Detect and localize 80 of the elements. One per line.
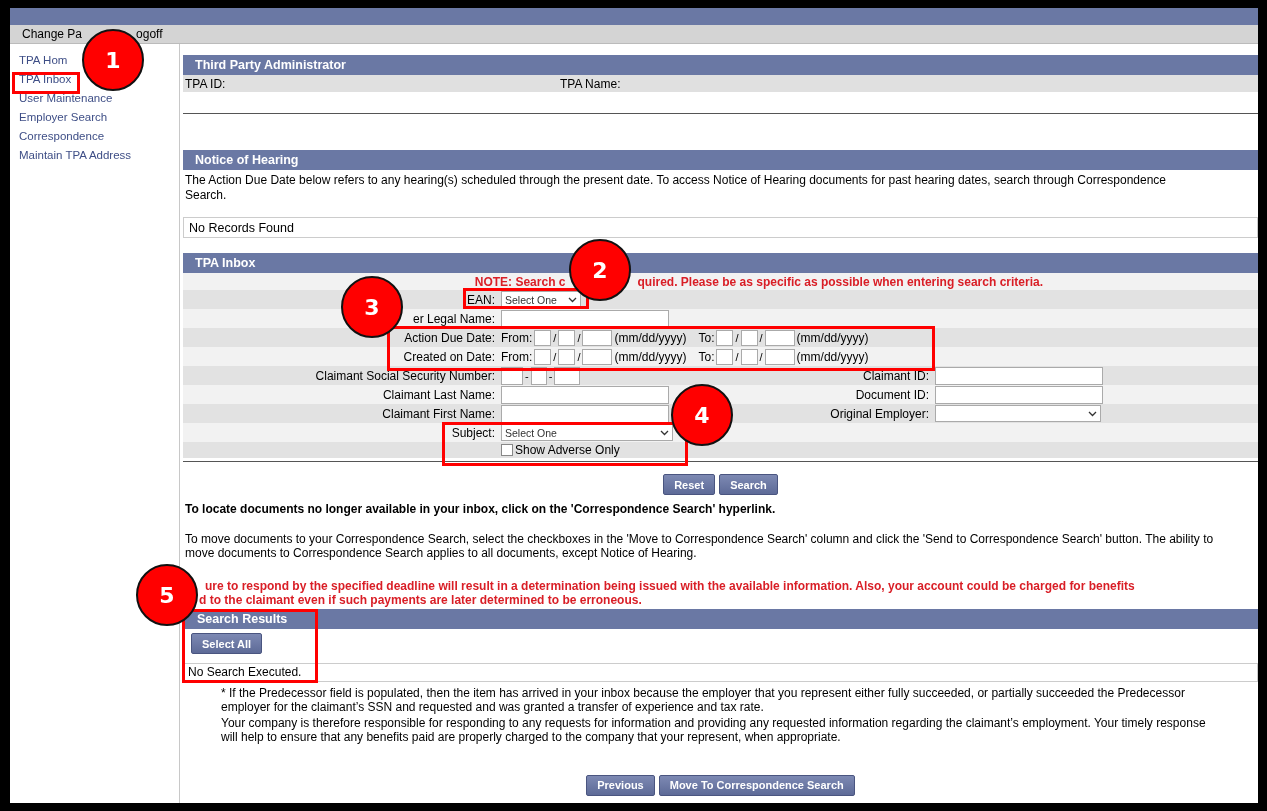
- text-field[interactable]: [501, 385, 669, 404]
- year-field[interactable]: [582, 329, 613, 346]
- field-label: Claimant First Name:: [382, 406, 496, 421]
- field-label: Claimant Social Security Number:: [315, 368, 496, 383]
- records-message: No Records Found: [183, 217, 1258, 238]
- day-field[interactable]: [558, 329, 576, 346]
- year-field[interactable]: [764, 348, 795, 365]
- footnote-text: Your company is therefore responsible for responding to any requests for information and providing any requested information regarding the claimant’s employment. Your timely response will help to ensure that any benefits paid are properly charged to the company that your represent, when appropriate.: [221, 715, 1207, 745]
- date-label: From:: [501, 330, 533, 345]
- sidebar-link[interactable]: Maintain TPA Address: [19, 149, 132, 161]
- date-separator: /: [735, 350, 739, 363]
- footnote-text: * If the Predecessor field is populated, then the item has arrived in your inbox because the employer that you represent either fully succeeded, or partially succeeded the Predecessor employer for the claimant’s SSN and requested and was granted a transfer of experience and tax rate.: [221, 685, 1186, 715]
- date-label: To:: [698, 349, 715, 364]
- date-separator: /: [577, 331, 581, 344]
- text-field[interactable]: [935, 366, 1103, 385]
- field-label: Claimant ID:: [862, 368, 930, 383]
- sidebar-link[interactable]: Correspondence: [19, 130, 105, 142]
- field-label: Created on Date:: [403, 349, 496, 364]
- note-text: quired. Please be as specific as possible when entering search criteria.: [637, 274, 1043, 289]
- sidebar-link[interactable]: TPA Hom: [19, 54, 68, 66]
- month-field[interactable]: [716, 348, 734, 365]
- date-separator: /: [553, 331, 557, 344]
- caret-icon: [1088, 410, 1097, 417]
- section-header: Search Results: [183, 608, 1258, 629]
- month-field[interactable]: [716, 329, 734, 346]
- field-label: Original Employer:: [830, 406, 930, 421]
- move-button[interactable]: Move To Correspondence Search: [658, 774, 855, 796]
- date-separator: /: [577, 350, 581, 363]
- ssn-separator: -: [548, 369, 553, 382]
- caret-icon: [568, 296, 577, 303]
- month-field[interactable]: [534, 329, 552, 346]
- field-label: TPA Name:: [560, 76, 621, 91]
- section-header: Third Party Administrator: [183, 55, 1258, 75]
- top-link[interactable]: Change Pa: [22, 27, 83, 41]
- reset-button[interactable]: Reset: [663, 474, 716, 495]
- previous-button[interactable]: Previous: [586, 774, 655, 796]
- month-field[interactable]: [534, 348, 552, 365]
- move-text: To move documents to your Correspondence Search, select the checkboxes in the 'Move to Correspondence Search' column and click the 'Send to Correspondence Search' button. The ability to move documents to Correspondence Search applies to all documents, except Notice of Hearing.: [185, 531, 1215, 561]
- date-separator: /: [759, 331, 763, 344]
- note-text: NOTE: Search c: [474, 274, 566, 289]
- warning-text: ure to respond by the specified deadline will result in a determination being issued with the available information. Also, your account could be charged for benefits: [204, 578, 1136, 593]
- date-format-hint: (mm/dd/yyyy): [614, 349, 687, 364]
- field-label: Subject:: [451, 425, 496, 440]
- section-header: Notice of Hearing: [183, 150, 1258, 170]
- date-label: From:: [501, 349, 533, 364]
- date-label: To:: [698, 330, 715, 345]
- date-format-hint: (mm/dd/yyyy): [796, 349, 869, 364]
- field-label: er Legal Name:: [412, 311, 496, 326]
- caret-icon: [660, 429, 669, 436]
- sidebar-link[interactable]: User Maintenance: [19, 92, 113, 104]
- sidebar-link[interactable]: Employer Search: [19, 111, 108, 123]
- day-field[interactable]: [558, 348, 576, 365]
- field-label: Claimant Last Name:: [382, 387, 496, 402]
- sidebar-link[interactable]: TPA Inbox: [19, 73, 72, 85]
- text-field[interactable]: [501, 309, 669, 328]
- year-field[interactable]: [582, 348, 613, 365]
- employer-select[interactable]: [935, 405, 1101, 422]
- warning-text: d to the claimant even if such payments are later determined to be erroneous.: [198, 593, 643, 608]
- notice-text: The Action Due Date below refers to any hearing(s) scheduled through the present date. To access Notice of Hearing documents for past hearing dates, search through Correspondence Search.: [185, 173, 1168, 202]
- text-field[interactable]: [935, 385, 1103, 404]
- text-field[interactable]: [501, 404, 669, 423]
- select-all-button[interactable]: Select All: [191, 633, 263, 654]
- date-format-hint: (mm/dd/yyyy): [796, 330, 869, 345]
- year-field[interactable]: [764, 329, 795, 346]
- date-separator: /: [759, 350, 763, 363]
- adverse-checkbox[interactable]: Show Adverse Only: [501, 443, 620, 457]
- field-label: Document ID:: [855, 387, 930, 402]
- results-message: No Search Executed.: [183, 662, 1258, 682]
- field-label: TPA ID:: [185, 76, 227, 91]
- highlight-frame: [12, 72, 80, 94]
- field-label: Action Due Date:: [404, 330, 496, 345]
- date-separator: /: [553, 350, 557, 363]
- search-button[interactable]: Search: [719, 474, 778, 495]
- ssn-separator: -: [525, 369, 529, 382]
- day-field[interactable]: [740, 348, 758, 365]
- field-label: EAN:: [467, 292, 496, 307]
- date-format-hint: (mm/dd/yyyy): [614, 330, 687, 345]
- locate-text: To locate documents no longer available in your inbox, click on the 'Correspondence Search' hyperlink.: [185, 502, 777, 517]
- day-field[interactable]: [740, 329, 758, 346]
- date-separator: /: [735, 331, 739, 344]
